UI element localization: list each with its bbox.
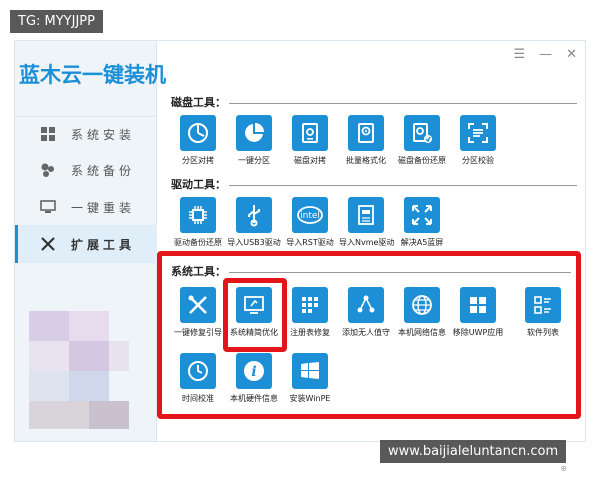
info-icon: i [236, 353, 272, 389]
globe-icon [404, 287, 440, 323]
watermark-bottom-label: www.baijialeluntancn.com [380, 440, 567, 463]
section-title-system: 系统工具： [171, 265, 226, 278]
sidebar: 蓝木云一键装机 系统安装 系统备份 一键重装 扩展工具 [15, 41, 166, 441]
tools-icon [39, 236, 57, 252]
pie-chart-icon [236, 115, 272, 151]
section-divider [229, 272, 571, 273]
tool-add-unattended[interactable]: 添加无人值守 [339, 287, 393, 338]
tool-registry-repair[interactable]: 注册表修复 [283, 287, 337, 338]
tool-driver-backup-restore[interactable]: 驱动备份还原 [171, 197, 225, 248]
winpe-icon [292, 353, 328, 389]
tool-import-nvme-driver[interactable]: 导入Nvme驱动 [339, 197, 394, 248]
tool-system-optimize[interactable]: 系统精简优化 [227, 287, 281, 338]
registry-icon [292, 287, 328, 323]
optimize-icon [236, 287, 272, 323]
app-window: 蓝木云一键装机 系统安装 系统备份 一键重装 扩展工具 ☰ — ✕ 磁盘工具： … [14, 40, 586, 473]
backup-icon [39, 162, 57, 178]
corner-watermark: ⊕ [560, 464, 567, 473]
usb-icon [236, 197, 272, 233]
tool-import-usb3-driver[interactable]: 导入USB3驱动 [227, 197, 281, 248]
disk-format-icon [348, 115, 384, 151]
nvme-icon [348, 197, 384, 233]
section-title-driver: 驱动工具： [171, 178, 226, 191]
app-logo-title: 蓝木云一键装机 [19, 62, 166, 87]
svg-text:intel: intel [300, 211, 320, 221]
intel-icon: intel [292, 197, 328, 233]
repair-icon [180, 287, 216, 323]
scan-icon [460, 115, 496, 151]
expand-icon [404, 197, 440, 233]
tool-batch-format[interactable]: 批量格式化 [339, 115, 393, 166]
tool-install-winpe[interactable]: 安装WinPE [283, 353, 337, 404]
tool-time-sync[interactable]: 时间校准 [171, 353, 225, 404]
tool-one-click-partition[interactable]: 一键分区 [227, 115, 281, 166]
svg-text:i: i [251, 364, 256, 380]
minimize-icon[interactable]: — [539, 47, 552, 62]
tool-software-list[interactable]: 软件列表 [516, 287, 570, 338]
section-title-disk: 磁盘工具： [171, 96, 226, 109]
sidebar-item-label: 扩展工具 [71, 237, 136, 252]
sidebar-item-extension-tools[interactable]: 扩展工具 [15, 225, 157, 263]
window-controls: ☰ — ✕ [513, 47, 577, 62]
list-icon [525, 287, 561, 323]
tool-disk-backup-restore[interactable]: 磁盘备份还原 [395, 115, 449, 166]
tool-fix-a5-bluescreen[interactable]: 解决A5蓝屏 [395, 197, 449, 248]
sidebar-item-system-install[interactable]: 系统安装 [15, 115, 157, 153]
close-icon[interactable]: ✕ [566, 47, 577, 62]
tool-partition-check[interactable]: 分区校验 [451, 115, 505, 166]
share-icon [348, 287, 384, 323]
blurred-area [29, 311, 129, 431]
sidebar-item-label: 一键重装 [71, 200, 136, 215]
pie-clock-icon [180, 115, 216, 151]
sidebar-item-one-click-reinstall[interactable]: 一键重装 [15, 188, 157, 226]
tool-disk-copy[interactable]: 磁盘对拷 [283, 115, 337, 166]
sidebar-item-label: 系统备份 [71, 163, 136, 178]
clock-icon [180, 353, 216, 389]
section-divider [229, 185, 577, 186]
disk-backup-icon [404, 115, 440, 151]
chip-icon [180, 197, 216, 233]
settings-icon[interactable]: ☰ [513, 47, 525, 62]
uwp-icon [460, 287, 496, 323]
windows-icon [39, 126, 57, 142]
tool-partition-copy[interactable]: 分区对拷 [171, 115, 225, 166]
sidebar-item-system-backup[interactable]: 系统备份 [15, 151, 157, 189]
tool-hardware-info[interactable]: i 本机硬件信息 [227, 353, 281, 404]
tool-network-info[interactable]: 本机网络信息 [395, 287, 449, 338]
tool-import-rst-driver[interactable]: intel 导入RST驱动 [283, 197, 337, 248]
section-divider [229, 103, 577, 104]
tool-remove-uwp[interactable]: 移除UWP应用 [451, 287, 505, 338]
sidebar-item-label: 系统安装 [71, 127, 136, 142]
disk-copy-icon [292, 115, 328, 151]
monitor-icon [39, 199, 57, 215]
watermark-top-label: TG: MYYJJPP [10, 10, 103, 33]
tool-repair-boot[interactable]: 一键修复引导 [171, 287, 225, 338]
